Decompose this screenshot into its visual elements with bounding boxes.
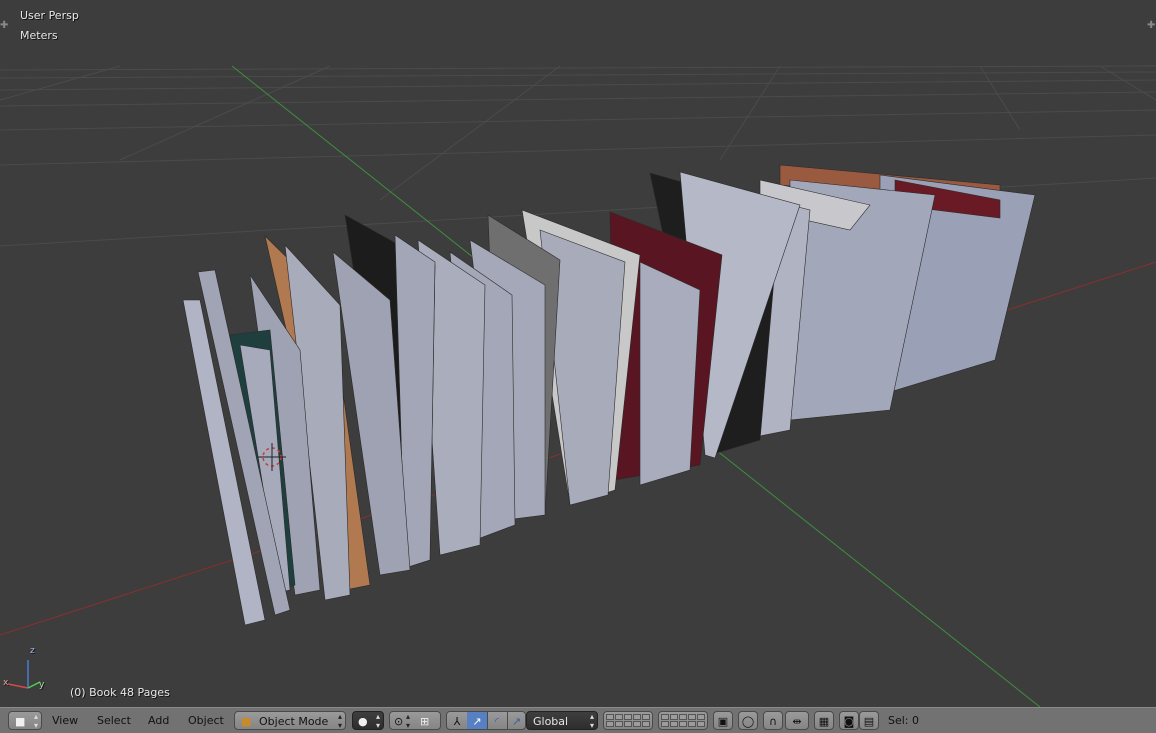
view-name-label: User Persp [20,9,79,22]
3d-viewport[interactable]: ✚ ✚ User Persp Meters (0) Book 48 Pages … [0,0,1156,707]
chevron-updown-icon: ▴ ▾ [375,712,380,730]
transform-manipulators: ⅄ ↗ ◜ ↗ [446,711,526,730]
lock-layers-icon[interactable]: ▣ [713,711,733,730]
book-row [182,164,1036,626]
manipulate-center-icon[interactable]: ⊞ [420,712,429,731]
transform-orientation-selector[interactable]: Global ▴ ▾ [526,711,598,730]
proportional-edit-icon[interactable]: ◯ [738,711,758,730]
menu-select[interactable]: Select [91,711,137,730]
chevron-updown-icon: ▴ ▾ [589,712,594,730]
scene-canvas[interactable] [0,0,1156,707]
snap-magnet-icon[interactable]: ∩ [763,711,783,730]
cube-icon: ■ [15,715,26,728]
render-animation-icon[interactable]: ▤ [859,711,879,730]
corner-expand-icon[interactable]: ✚ [1147,20,1156,34]
scale-icon[interactable]: ↗ [507,712,526,729]
chevron-updown-icon: ▴ ▾ [406,712,411,730]
sphere-icon: ● [358,715,368,728]
corner-expand-icon[interactable]: ✚ [0,20,9,34]
menu-object[interactable]: Object [182,711,230,730]
layer-buttons-group-2[interactable] [658,711,708,730]
units-label: Meters [20,29,58,42]
mode-label: Object Mode [259,715,329,728]
pivot-icon: ⊙ [394,715,404,728]
axis-gizmo [7,660,41,689]
snap-element-icon[interactable]: ⇹ [785,711,809,730]
viewport-shading-selector[interactable]: ● ▴ ▾ [352,711,384,730]
menu-view[interactable]: View [46,711,84,730]
layer-buttons-group-1[interactable] [603,711,653,730]
snap-target-icon[interactable]: ▦ [814,711,834,730]
rotate-icon[interactable]: ◜ [487,712,508,729]
orientation-label: Global [533,715,569,728]
pivot-point-selector[interactable]: ⊙ ▴ ▾ ⊞ [389,711,441,730]
render-camera-icon[interactable]: ◙ [839,711,859,730]
menu-add[interactable]: Add [142,711,175,730]
mode-selector[interactable]: ■ Object Mode ▴ ▾ [234,711,346,730]
chevron-updown-icon: ▴ ▾ [33,712,38,730]
gizmo-x-label: x [3,678,9,688]
editor-type-button[interactable]: ■ ▴ ▾ [8,711,42,730]
chevron-updown-icon: ▴ ▾ [337,712,342,730]
selection-info: Sel: 0 [888,714,920,727]
object-mode-icon: ■ [241,715,252,728]
translate-icon[interactable]: ↗ [467,712,488,729]
gizmo-y-label: y [39,680,45,690]
object-info-label: (0) Book 48 Pages [70,686,170,699]
viewport-header: ■ ▴ ▾ View Select Add Object ■ Object Mod… [0,707,1156,733]
gizmo-z-label: z [30,646,35,656]
manipulator-toggle-icon[interactable]: ⅄ [447,712,468,729]
